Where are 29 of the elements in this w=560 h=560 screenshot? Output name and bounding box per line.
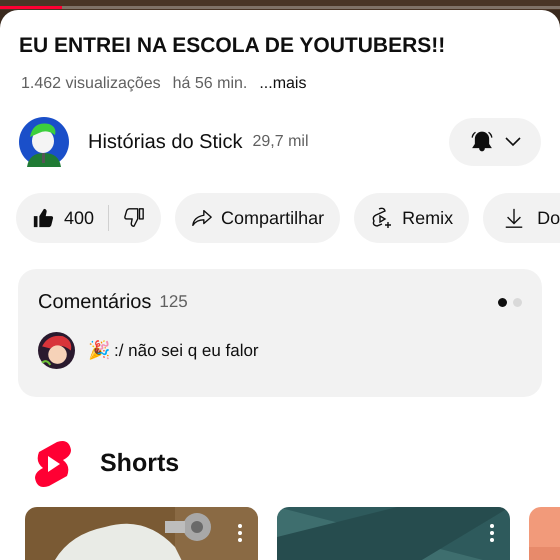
more-link[interactable]: ...mais: [259, 72, 306, 96]
commenter-avatar: [38, 332, 75, 369]
video-title: EU ENTREI NA ESCOLA DE YOUTUBERS!!: [18, 33, 446, 59]
avatar[interactable]: [19, 117, 69, 167]
emoji: 🎉: [88, 339, 110, 362]
dislike-button[interactable]: [123, 207, 146, 229]
subscriber-count: 29,7 mil: [252, 132, 309, 152]
more-options-icon[interactable]: [238, 524, 242, 542]
download-icon: [503, 207, 526, 229]
comment-count: 125: [159, 291, 188, 314]
download-button[interactable]: Do: [483, 193, 560, 243]
thumbs-down-icon: [123, 207, 146, 229]
section-title: Shorts: [100, 448, 180, 480]
shorts-logo-icon: [33, 440, 73, 488]
comment-text: :/ não sei q eu falor: [114, 340, 259, 362]
more-options-icon[interactable]: [490, 524, 494, 542]
share-arrow-icon: [191, 207, 214, 229]
chevron-down-icon: [505, 137, 521, 147]
thumbs-up-icon: [32, 207, 54, 229]
remix-button[interactable]: Remix: [354, 193, 470, 243]
notifications-button[interactable]: [449, 118, 541, 166]
comments-title: Comentários: [38, 290, 152, 315]
progress-track[interactable]: [0, 6, 560, 9]
like-button[interactable]: 400: [32, 204, 94, 232]
comments-card[interactable]: Comentários 125 🎉 :/ não sei q eu falor: [18, 269, 542, 397]
share-button[interactable]: Compartilhar: [175, 193, 340, 243]
view-count: 1.462 visualizações: [21, 74, 161, 94]
channel-name[interactable]: Histórias do Stick: [88, 127, 242, 157]
upload-age: há 56 min.: [172, 74, 248, 94]
